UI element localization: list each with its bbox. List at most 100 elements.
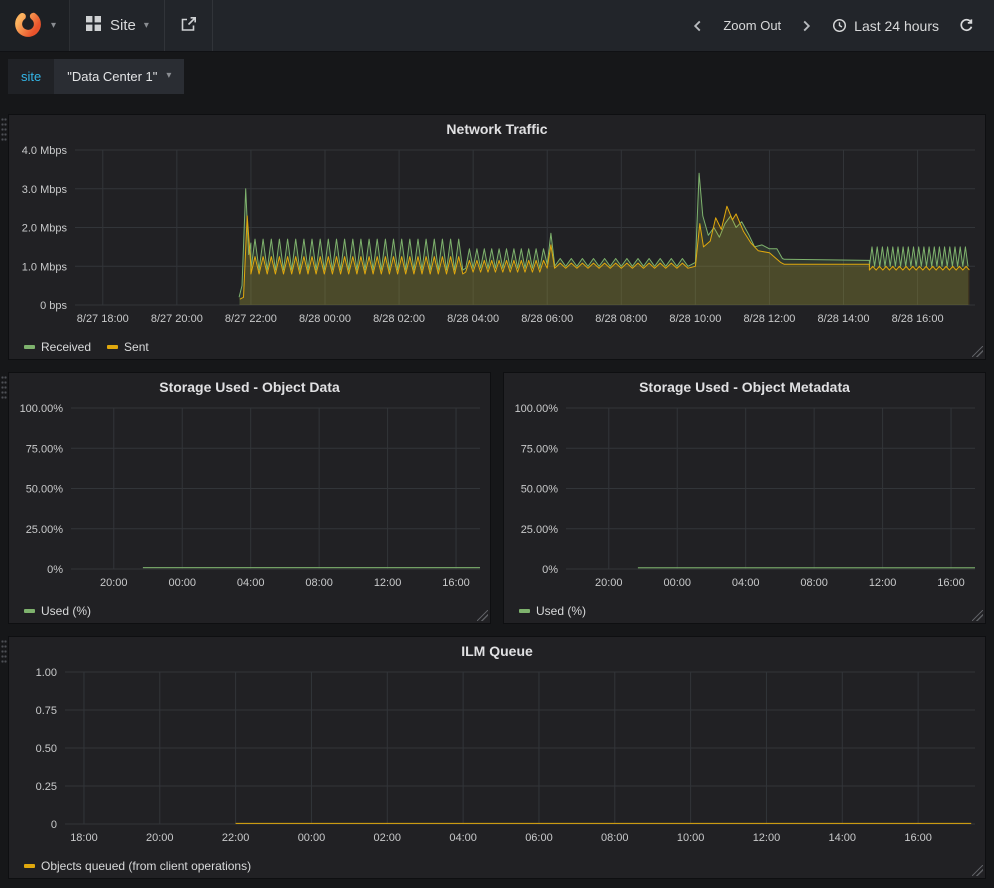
panel-resize-handle[interactable] (972, 346, 983, 357)
share-button[interactable] (165, 0, 213, 51)
panel-title[interactable]: ILM Queue (9, 637, 985, 664)
x-axis-tick-label: 18:00 (70, 832, 98, 844)
row-drag-handle[interactable] (1, 375, 7, 401)
chart-legend: Received Sent (9, 335, 985, 359)
legend-label: Sent (124, 340, 149, 354)
y-axis-tick-label: 0.25 (36, 781, 57, 793)
grafana-menu-button[interactable]: ▾ (0, 0, 70, 51)
x-axis-tick-label: 8/28 02:00 (373, 313, 425, 325)
legend-swatch (107, 345, 118, 349)
y-axis-tick-label: 0.75 (36, 705, 57, 717)
variable-label: site (8, 59, 54, 94)
panel-resize-handle[interactable] (972, 610, 983, 621)
x-axis-tick-label: 22:00 (222, 832, 250, 844)
y-axis-tick-label: 100.00% (20, 403, 64, 415)
y-axis-tick-label: 25.00% (26, 524, 64, 536)
legend-label: Objects queued (from client operations) (41, 859, 251, 873)
y-axis-tick-label: 2.0 Mbps (22, 223, 68, 235)
ilm-queue-chart[interactable]: 00.250.500.751.0018:0020:0022:0000:0002:… (9, 664, 985, 854)
legend-label: Used (%) (536, 604, 586, 618)
zoom-out-button[interactable]: Zoom Out (713, 12, 791, 39)
y-axis-tick-label: 75.00% (26, 443, 64, 455)
chart-legend: Objects queued (from client operations) (9, 854, 985, 878)
x-axis-tick-label: 00:00 (168, 577, 196, 589)
series-area (240, 206, 970, 305)
dashboard-grid: Network Traffic 0 bps1.0 Mbps2.0 Mbps3.0… (0, 100, 994, 888)
x-axis-tick-label: 8/27 22:00 (225, 313, 277, 325)
legend-label: Used (%) (41, 604, 91, 618)
x-axis-tick-label: 8/28 00:00 (299, 313, 351, 325)
panel-title[interactable]: Network Traffic (9, 115, 985, 142)
x-axis-tick-label: 8/28 10:00 (669, 313, 721, 325)
dashboard-picker[interactable]: Site ▾ (70, 0, 165, 51)
y-axis-tick-label: 1.00 (36, 667, 57, 679)
submenu: site "Data Center 1" ▾ (0, 52, 994, 100)
x-axis-tick-label: 8/28 06:00 (521, 313, 573, 325)
legend-item[interactable]: Used (%) (24, 604, 91, 618)
panel-storage-object-metadata: Storage Used - Object Metadata 0%25.00%5… (503, 372, 986, 624)
x-axis-tick-label: 10:00 (677, 832, 705, 844)
legend-label: Received (41, 340, 91, 354)
x-axis-tick-label: 16:00 (442, 577, 470, 589)
x-axis-tick-label: 08:00 (601, 832, 629, 844)
x-axis-tick-label: 8/27 18:00 (77, 313, 129, 325)
chart-canvas: 0%25.00%50.00%75.00%100.00%20:0000:0004:… (9, 400, 490, 599)
x-axis-tick-label: 8/28 08:00 (595, 313, 647, 325)
panel-resize-handle[interactable] (972, 865, 983, 876)
legend-item[interactable]: Received (24, 340, 91, 354)
chart-canvas: 00.250.500.751.0018:0020:0022:0000:0002:… (9, 664, 985, 854)
y-axis-tick-label: 0.50 (36, 743, 57, 755)
legend-item[interactable]: Objects queued (from client operations) (24, 859, 251, 873)
variable-value: "Data Center 1" (67, 69, 157, 84)
legend-item[interactable]: Sent (107, 340, 149, 354)
legend-swatch (24, 345, 35, 349)
grafana-logo-icon (13, 9, 43, 43)
refresh-button[interactable] (949, 12, 984, 39)
share-icon (180, 16, 197, 36)
x-axis-tick-label: 06:00 (525, 832, 553, 844)
x-axis-tick-label: 02:00 (374, 832, 402, 844)
y-axis-tick-label: 100.00% (515, 403, 559, 415)
panel-network-traffic: Network Traffic 0 bps1.0 Mbps2.0 Mbps3.0… (8, 114, 986, 360)
storage-object-metadata-chart[interactable]: 0%25.00%50.00%75.00%100.00%20:0000:0004:… (504, 400, 985, 599)
x-axis-tick-label: 20:00 (146, 832, 174, 844)
panel-resize-handle[interactable] (477, 610, 488, 621)
y-axis-tick-label: 0% (542, 564, 558, 576)
x-axis-tick-label: 8/28 16:00 (892, 313, 944, 325)
panel-title[interactable]: Storage Used - Object Metadata (504, 373, 985, 400)
panel-title[interactable]: Storage Used - Object Data (9, 373, 490, 400)
dashboard-row: Storage Used - Object Data 0%25.00%50.00… (8, 372, 986, 624)
chart-canvas: 0 bps1.0 Mbps2.0 Mbps3.0 Mbps4.0 Mbps8/2… (9, 142, 985, 335)
clock-icon (832, 18, 847, 33)
y-axis-tick-label: 1.0 Mbps (22, 261, 68, 273)
x-axis-tick-label: 16:00 (904, 832, 932, 844)
time-back-button[interactable] (682, 13, 713, 39)
y-axis-tick-label: 25.00% (521, 524, 559, 536)
dashboards-grid-icon (85, 15, 102, 36)
y-axis-tick-label: 0 bps (40, 300, 67, 312)
x-axis-tick-label: 16:00 (937, 577, 965, 589)
x-axis-tick-label: 20:00 (100, 577, 128, 589)
row-drag-handle[interactable] (1, 639, 7, 665)
chevron-down-icon: ▾ (144, 21, 149, 31)
panel-ilm-queue: ILM Queue 00.250.500.751.0018:0020:0022:… (8, 636, 986, 879)
storage-object-data-chart[interactable]: 0%25.00%50.00%75.00%100.00%20:0000:0004:… (9, 400, 490, 599)
x-axis-tick-label: 20:00 (595, 577, 623, 589)
time-forward-button[interactable] (791, 13, 822, 39)
navbar: ▾ Site ▾ Zoom Out (0, 0, 994, 52)
y-axis-tick-label: 75.00% (521, 443, 559, 455)
x-axis-tick-label: 04:00 (449, 832, 477, 844)
variable-site: site "Data Center 1" ▾ (8, 59, 184, 94)
legend-item[interactable]: Used (%) (519, 604, 586, 618)
x-axis-tick-label: 8/28 14:00 (818, 313, 870, 325)
chevron-right-icon (801, 19, 812, 33)
network-traffic-chart[interactable]: 0 bps1.0 Mbps2.0 Mbps3.0 Mbps4.0 Mbps8/2… (9, 142, 985, 335)
time-range-label: Last 24 hours (854, 18, 939, 34)
row-drag-handle[interactable] (1, 117, 7, 143)
y-axis-tick-label: 4.0 Mbps (22, 145, 68, 157)
legend-swatch (519, 609, 530, 613)
y-axis-tick-label: 0% (47, 564, 63, 576)
x-axis-tick-label: 12:00 (374, 577, 402, 589)
time-range-button[interactable]: Last 24 hours (822, 12, 949, 40)
variable-value-dropdown[interactable]: "Data Center 1" ▾ (54, 59, 184, 94)
